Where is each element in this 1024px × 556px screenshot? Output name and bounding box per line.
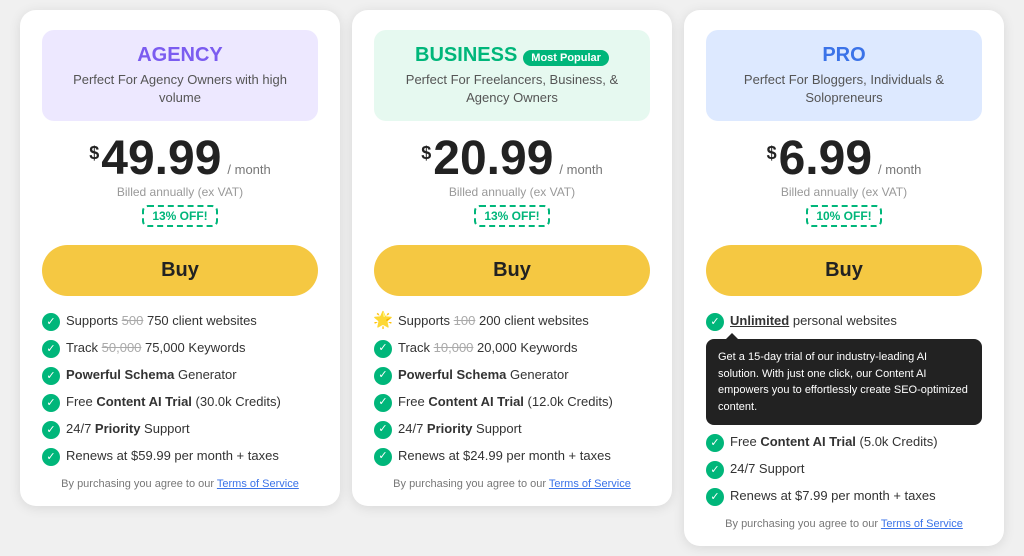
agency-header: AGENCY Perfect For Agency Owners with hig… bbox=[42, 30, 318, 121]
feature-item: ✓ Track 50,000 75,000 Keywords bbox=[42, 339, 318, 358]
check-icon: ✓ bbox=[42, 313, 60, 331]
agency-buy-button[interactable]: Buy bbox=[42, 245, 318, 296]
check-icon: ✓ bbox=[706, 434, 724, 452]
business-tos: By purchasing you agree to our Terms of … bbox=[374, 478, 650, 490]
business-discount-badge: 13% OFF! bbox=[474, 205, 549, 227]
sun-icon: 🌟 bbox=[374, 312, 392, 330]
feature-text: 24/7 Priority Support bbox=[398, 420, 522, 438]
check-icon: ✓ bbox=[42, 367, 60, 385]
agency-tos: By purchasing you agree to our Terms of … bbox=[42, 478, 318, 490]
business-plan-name: BUSINESS bbox=[415, 44, 517, 67]
business-price-period: / month bbox=[559, 162, 602, 177]
feature-item: ✓ 24/7 Priority Support bbox=[374, 420, 650, 439]
pricing-container: AGENCY Perfect For Agency Owners with hig… bbox=[10, 10, 1014, 546]
ai-tooltip: Get a 15-day trial of our industry-leadi… bbox=[706, 339, 982, 425]
agency-features-list: ✓ Supports 500 750 client websites ✓ Track … bbox=[42, 312, 318, 466]
feature-item: ✓ Free Content AI Trial (12.0k Credits) bbox=[374, 393, 650, 412]
agency-plan-desc: Perfect For Agency Owners with high volu… bbox=[58, 71, 302, 107]
feature-item: ✓ Unlimited personal websites bbox=[706, 312, 982, 331]
pro-price-section: $6.99 / month Billed annually (ex VAT) 10% … bbox=[706, 135, 982, 237]
pro-header: PRO Perfect For Bloggers, Individuals & S… bbox=[706, 30, 982, 121]
agency-price-period: / month bbox=[227, 162, 270, 177]
check-icon: ✓ bbox=[42, 448, 60, 466]
business-price-section: $20.99 / month Billed annually (ex VAT) 13%… bbox=[374, 135, 650, 237]
check-icon: ✓ bbox=[42, 340, 60, 358]
business-tos-link[interactable]: Terms of Service bbox=[549, 478, 631, 490]
pro-tos-link[interactable]: Terms of Service bbox=[881, 518, 963, 530]
card-pro: PRO Perfect For Bloggers, Individuals & S… bbox=[684, 10, 1004, 546]
feature-item: ✓ Renews at $24.99 per month + taxes bbox=[374, 447, 650, 466]
feature-item: ✓ Track 10,000 20,000 Keywords bbox=[374, 339, 650, 358]
feature-item: ✓ 24/7 Support bbox=[706, 460, 982, 479]
feature-text: Renews at $59.99 per month + taxes bbox=[66, 447, 279, 465]
agency-price-dollar: $ bbox=[89, 143, 99, 164]
feature-text: Powerful Schema Generator bbox=[66, 366, 237, 384]
agency-discount-badge: 13% OFF! bbox=[142, 205, 217, 227]
business-buy-button[interactable]: Buy bbox=[374, 245, 650, 296]
feature-text: Free Content AI Trial (12.0k Credits) bbox=[398, 393, 613, 411]
feature-text: Unlimited personal websites bbox=[730, 312, 897, 330]
feature-item: ✓ Free Content AI Trial (5.0k Credits) bbox=[706, 433, 982, 452]
feature-item: ✓ Renews at $7.99 per month + taxes bbox=[706, 487, 982, 506]
business-plan-desc: Perfect For Freelancers, Business, & Age… bbox=[390, 71, 634, 107]
check-icon: ✓ bbox=[706, 461, 724, 479]
check-icon: ✓ bbox=[374, 448, 392, 466]
pro-tos: By purchasing you agree to our Terms of … bbox=[706, 518, 982, 530]
agency-tos-link[interactable]: Terms of Service bbox=[217, 478, 299, 490]
feature-text: Supports 500 750 client websites bbox=[66, 312, 257, 330]
pro-price-period: / month bbox=[878, 162, 921, 177]
check-icon: ✓ bbox=[42, 394, 60, 412]
feature-text: Track 10,000 20,000 Keywords bbox=[398, 339, 577, 357]
business-features-list: 🌟 Supports 100 200 client websites ✓ Track … bbox=[374, 312, 650, 465]
business-price-dollar: $ bbox=[421, 143, 431, 164]
agency-billed-text: Billed annually (ex VAT) bbox=[42, 185, 318, 199]
check-icon: ✓ bbox=[374, 340, 392, 358]
check-icon: ✓ bbox=[706, 488, 724, 506]
pro-buy-button[interactable]: Buy bbox=[706, 245, 982, 296]
card-business: BUSINESS Most Popular Perfect For Freelanc… bbox=[352, 10, 672, 506]
pro-billed-text: Billed annually (ex VAT) bbox=[706, 185, 982, 199]
business-billed-text: Billed annually (ex VAT) bbox=[374, 185, 650, 199]
agency-plan-name: AGENCY bbox=[137, 44, 223, 67]
check-icon: ✓ bbox=[706, 313, 724, 331]
feature-item: ✓ Powerful Schema Generator bbox=[374, 366, 650, 385]
feature-item: ✓ Supports 500 750 client websites bbox=[42, 312, 318, 331]
feature-text: Track 50,000 75,000 Keywords bbox=[66, 339, 245, 357]
feature-text: Powerful Schema Generator bbox=[398, 366, 569, 384]
feature-text: 24/7 Priority Support bbox=[66, 420, 190, 438]
feature-text: Free Content AI Trial (5.0k Credits) bbox=[730, 433, 938, 451]
feature-text: Renews at $7.99 per month + taxes bbox=[730, 487, 936, 505]
pro-features-list: ✓ Unlimited personal websites Get a 15-day… bbox=[706, 312, 982, 506]
pro-plan-desc: Perfect For Bloggers, Individuals & Solo… bbox=[722, 71, 966, 107]
check-icon: ✓ bbox=[42, 421, 60, 439]
agency-price-section: $49.99 / month Billed annually (ex VAT) 13%… bbox=[42, 135, 318, 237]
agency-price-amount: 49.99 bbox=[101, 135, 221, 183]
pro-discount-badge: 10% OFF! bbox=[806, 205, 881, 227]
feature-text: Free Content AI Trial (30.0k Credits) bbox=[66, 393, 281, 411]
feature-item: ✓ 24/7 Priority Support bbox=[42, 420, 318, 439]
pro-plan-name: PRO bbox=[822, 44, 865, 67]
feature-text: Renews at $24.99 per month + taxes bbox=[398, 447, 611, 465]
feature-item: 🌟 Supports 100 200 client websites bbox=[374, 312, 650, 330]
feature-item: ✓ Powerful Schema Generator bbox=[42, 366, 318, 385]
feature-text: Supports 100 200 client websites bbox=[398, 312, 589, 330]
pro-price-dollar: $ bbox=[767, 143, 777, 164]
business-header: BUSINESS Most Popular Perfect For Freelanc… bbox=[374, 30, 650, 121]
check-icon: ✓ bbox=[374, 367, 392, 385]
feature-item: ✓ Free Content AI Trial (30.0k Credits) bbox=[42, 393, 318, 412]
check-icon: ✓ bbox=[374, 421, 392, 439]
pro-price-amount: 6.99 bbox=[779, 135, 872, 183]
feature-item: ✓ Renews at $59.99 per month + taxes bbox=[42, 447, 318, 466]
business-price-amount: 20.99 bbox=[433, 135, 553, 183]
card-agency: AGENCY Perfect For Agency Owners with hig… bbox=[20, 10, 340, 506]
most-popular-badge: Most Popular bbox=[523, 50, 609, 66]
feature-text: 24/7 Support bbox=[730, 460, 804, 478]
check-icon: ✓ bbox=[374, 394, 392, 412]
